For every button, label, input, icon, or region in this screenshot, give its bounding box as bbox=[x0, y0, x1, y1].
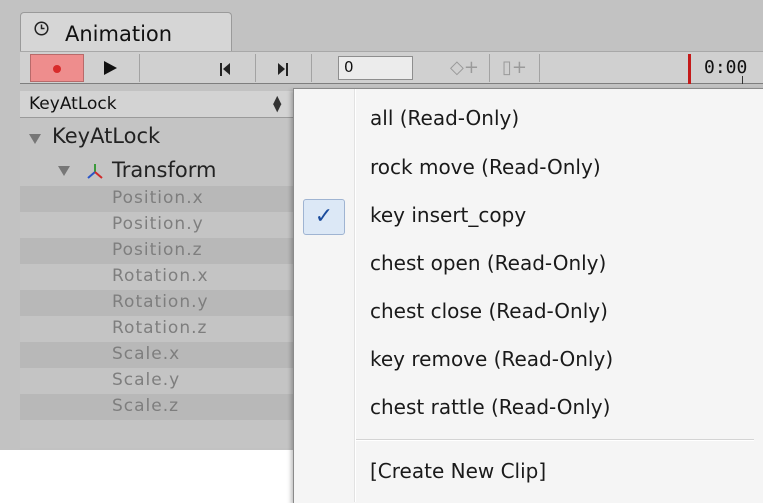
timeline-tick bbox=[742, 76, 743, 84]
play-button[interactable] bbox=[84, 54, 140, 82]
property-label: Scale.z bbox=[112, 396, 180, 416]
tab-animation[interactable]: Animation bbox=[20, 12, 232, 52]
property-label: Rotation.y bbox=[112, 292, 209, 312]
animation-toolbar: 0 ◇+ ▯+ 0:00 bbox=[20, 51, 763, 84]
time-label: 0:00 bbox=[704, 57, 748, 78]
property-label: Position.y bbox=[112, 214, 204, 234]
menu-item-clip[interactable]: key remove (Read-Only) bbox=[370, 347, 613, 371]
updown-arrows-icon: ▲ ▼ bbox=[273, 93, 282, 114]
clock-icon bbox=[34, 21, 49, 36]
property-row[interactable]: Position.x bbox=[20, 186, 295, 212]
property-label: Rotation.z bbox=[112, 318, 208, 338]
menu-item-clip-selected[interactable]: key insert_copy bbox=[370, 203, 526, 227]
property-row[interactable]: Scale.y bbox=[20, 368, 295, 394]
object-selector[interactable]: KeyAtLock ▲ ▼ bbox=[20, 91, 295, 118]
add-event-icon: ▯+ bbox=[502, 57, 527, 78]
property-row[interactable]: Rotation.x bbox=[20, 264, 295, 290]
previous-keyframe-button[interactable] bbox=[200, 54, 256, 82]
fold-triangle-icon bbox=[58, 166, 70, 176]
menu-item-clip[interactable]: all (Read-Only) bbox=[370, 106, 519, 130]
property-label: Scale.y bbox=[112, 370, 181, 390]
tab-title: Animation bbox=[65, 22, 173, 46]
property-row[interactable]: Scale.x bbox=[20, 342, 295, 368]
frame-field[interactable]: 0 bbox=[338, 56, 413, 80]
root-object-label: KeyAtLock bbox=[52, 124, 161, 148]
menu-item-clip[interactable]: chest open (Read-Only) bbox=[370, 251, 606, 275]
menu-item-clip[interactable]: chest close (Read-Only) bbox=[370, 299, 608, 323]
property-label: Rotation.x bbox=[112, 266, 209, 286]
add-keyframe-button[interactable]: ◇+ bbox=[440, 54, 490, 82]
property-row[interactable]: Position.y bbox=[20, 212, 295, 238]
checkmark-icon: ✓ bbox=[303, 199, 345, 235]
property-row[interactable]: Position.z bbox=[20, 238, 295, 264]
property-row[interactable]: Rotation.y bbox=[20, 290, 295, 316]
transform-label: Transform bbox=[112, 158, 217, 182]
transform-axis-icon bbox=[87, 164, 103, 179]
add-event-button[interactable]: ▯+ bbox=[490, 54, 540, 82]
add-keyframe-icon: ◇+ bbox=[450, 57, 479, 78]
previous-keyframe-icon bbox=[220, 63, 222, 76]
fold-triangle-icon bbox=[29, 134, 41, 144]
transform-row[interactable]: Transform bbox=[20, 154, 295, 184]
property-label: Position.z bbox=[112, 240, 203, 260]
property-row[interactable]: Rotation.z bbox=[20, 316, 295, 342]
property-label: Position.x bbox=[112, 188, 204, 208]
property-hierarchy: KeyAtLock Transform Position.x Position.… bbox=[20, 118, 295, 448]
menu-item-clip[interactable]: chest rattle (Read-Only) bbox=[370, 395, 610, 419]
property-label: Scale.x bbox=[112, 344, 181, 364]
create-new-clip-item[interactable]: [Create New Clip] bbox=[370, 459, 546, 483]
next-keyframe-icon bbox=[278, 63, 285, 75]
menu-item-clip[interactable]: rock move (Read-Only) bbox=[370, 155, 601, 179]
menu-separator bbox=[356, 439, 754, 441]
time-marker[interactable] bbox=[688, 54, 691, 84]
next-keyframe-button[interactable] bbox=[256, 54, 312, 82]
property-row[interactable]: Scale.z bbox=[20, 394, 295, 420]
record-button[interactable] bbox=[30, 54, 84, 82]
clip-dropdown-menu: ✓ all (Read-Only) rock move (Read-Only) … bbox=[293, 88, 763, 503]
object-selector-label: KeyAtLock bbox=[29, 94, 117, 114]
hierarchy-root-row[interactable]: KeyAtLock bbox=[20, 120, 295, 154]
